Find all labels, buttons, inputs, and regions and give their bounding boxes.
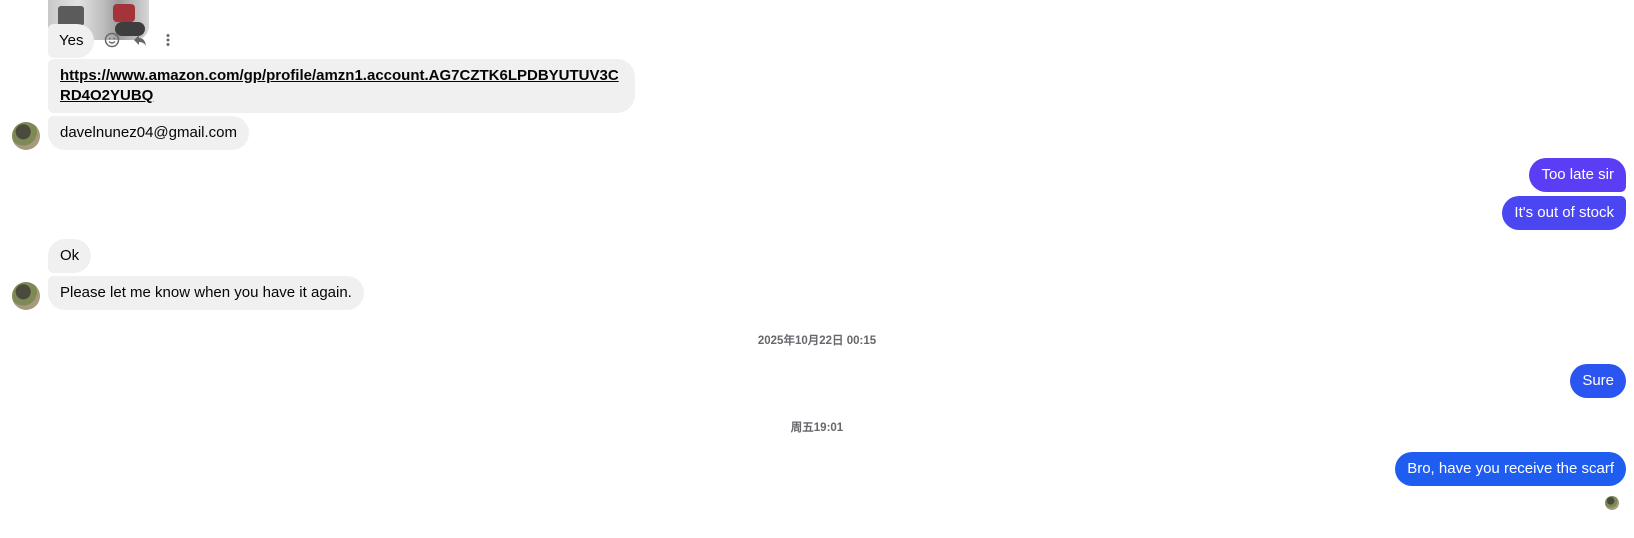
message-text: Sure	[1582, 372, 1614, 389]
message-bubble-out-of-stock[interactable]: It's out of stock	[1502, 196, 1626, 230]
message-bubble-email[interactable]: davelnunez04@gmail.com	[48, 116, 249, 150]
more-options-button[interactable]	[156, 28, 180, 52]
avatar[interactable]	[12, 122, 40, 150]
reply-icon	[134, 35, 146, 46]
seen-receipt-avatar	[1605, 496, 1619, 510]
message-text: Yes	[59, 32, 84, 49]
message-bubble-yes[interactable]: Yes	[48, 24, 95, 58]
timestamp: 周五19:01	[790, 422, 844, 434]
message-bubble-let-me-know[interactable]: Please let me know when you have it agai…	[48, 276, 364, 310]
message-bubble-too-late[interactable]: Too late sir	[1529, 158, 1626, 192]
react-button[interactable]	[100, 28, 124, 52]
timestamp: 2025年10月22日 00:15	[757, 335, 877, 347]
message-bubble-link[interactable]: https://www.amazon.com/gp/profile/amzn1.…	[48, 59, 635, 113]
message-text: Ok	[60, 247, 80, 264]
image-detail	[113, 4, 135, 22]
message-text: davelnunez04@gmail.com	[60, 124, 237, 141]
profile-link[interactable]: https://www.amazon.com/gp/profile/amzn1.…	[60, 66, 623, 106]
image-detail	[58, 6, 84, 26]
message-text: Bro, have you receive the scarf	[1407, 460, 1614, 477]
message-text: Too late sir	[1541, 166, 1614, 183]
avatar[interactable]	[12, 282, 40, 310]
message-bubble-ok[interactable]: Ok	[48, 239, 92, 273]
message-text: It's out of stock	[1514, 204, 1614, 221]
message-bubble-sure[interactable]: Sure	[1570, 364, 1626, 398]
message-bubble-scarf[interactable]: Bro, have you receive the scarf	[1395, 452, 1626, 486]
reply-button[interactable]	[128, 28, 152, 52]
smiley-icon	[104, 32, 120, 48]
more-vertical-icon	[166, 34, 170, 46]
message-text: Please let me know when you have it agai…	[60, 284, 352, 301]
